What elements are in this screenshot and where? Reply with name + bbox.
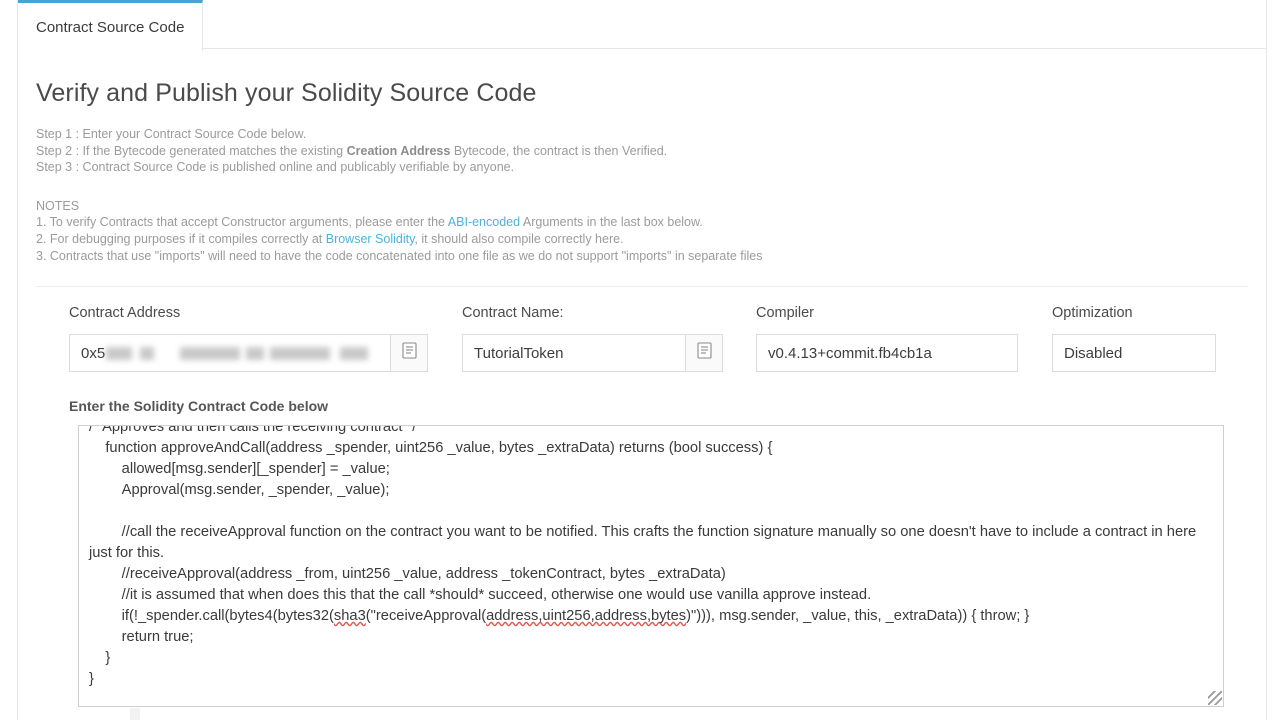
verify-contract-card: Contract Source Code Verify and Publish … xyxy=(17,0,1267,720)
document-copy-icon xyxy=(697,342,712,364)
abi-encoded-link[interactable]: ABI-encoded xyxy=(448,215,520,229)
note-2-part-a: 2. For debugging purposes if it compiles… xyxy=(36,232,326,246)
solidity-code-textarea[interactable]: /* Approves and then calls the receiving… xyxy=(78,425,1224,707)
contract-address-input-group: 0x5 xyxy=(69,334,462,372)
step-3: Step 3 : Contract Source Code is publish… xyxy=(36,159,1248,176)
optimization-select[interactable]: Disabled xyxy=(1052,334,1216,372)
note-1-part-b: Arguments in the last box below. xyxy=(520,215,703,229)
spellcheck-word-signature: address,uint256,address,bytes xyxy=(486,608,686,624)
notes-heading: NOTES xyxy=(36,198,1248,215)
optimization-input-group: Disabled xyxy=(1052,334,1222,372)
contract-name-input[interactable]: TutorialToken xyxy=(462,334,686,372)
card-body: Verify and Publish your Solidity Source … xyxy=(18,49,1266,707)
compiler-select[interactable]: v0.4.13+commit.fb4cb1a xyxy=(756,334,1018,372)
steps-block: Step 1 : Enter your Contract Source Code… xyxy=(36,126,1248,176)
tab-bar: Contract Source Code xyxy=(18,0,1266,49)
field-contract-name: Contract Name: TutorialToken xyxy=(462,305,756,372)
field-compiler: Compiler v0.4.13+commit.fb4cb1a xyxy=(756,305,1052,372)
contract-address-copy-button[interactable] xyxy=(391,334,428,372)
compiler-input-group: v0.4.13+commit.fb4cb1a xyxy=(756,334,1052,372)
step-2-part-a: Step 2 : If the Bytecode generated match… xyxy=(36,144,347,158)
code-line: //receiveApproval(address _from, uint256… xyxy=(89,566,726,582)
contract-name-copy-button[interactable] xyxy=(686,334,723,372)
notes-block: NOTES 1. To verify Contracts that accept… xyxy=(36,198,1248,264)
code-line: allowed[msg.sender][_spender] = _value; xyxy=(89,461,390,477)
section-divider xyxy=(36,286,1248,287)
contract-address-input[interactable]: 0x5 xyxy=(69,334,391,372)
code-line: } xyxy=(89,650,110,666)
code-line: Approval(msg.sender, _spender, _value); xyxy=(89,482,389,498)
code-editor-label: Enter the Solidity Contract Code below xyxy=(69,398,1248,414)
contract-address-value: 0x5 xyxy=(81,345,105,362)
code-line: //it is assumed that when does this that… xyxy=(89,587,871,603)
code-line: function approveAndCall(address _spender… xyxy=(89,440,772,456)
code-content: /* Approves and then calls the receiving… xyxy=(89,425,1215,690)
contract-address-value-wrap: 0x5 xyxy=(81,345,368,362)
note-1-part-a: 1. To verify Contracts that accept Const… xyxy=(36,215,448,229)
code-line: } xyxy=(89,671,94,687)
textarea-resize-handle[interactable] xyxy=(1208,691,1222,705)
step-2-creation-address: Creation Address xyxy=(347,144,451,158)
note-1: 1. To verify Contracts that accept Const… xyxy=(36,214,1248,231)
code-line-clipped: /* Approves and then calls the receiving… xyxy=(89,425,416,435)
code-line: return true; xyxy=(89,629,194,645)
contract-address-redacted xyxy=(106,347,368,360)
compiler-label: Compiler xyxy=(756,305,1052,321)
contract-address-label: Contract Address xyxy=(69,305,462,321)
step-1: Step 1 : Enter your Contract Source Code… xyxy=(36,126,1248,143)
field-contract-address: Contract Address 0x5 xyxy=(69,305,462,372)
tab-contract-source-code[interactable]: Contract Source Code xyxy=(18,0,203,51)
step-2-part-b: Bytecode, the contract is then Verified. xyxy=(450,144,667,158)
note-2-part-b: , it should also compile correctly here. xyxy=(414,232,623,246)
code-line: //call the receiveApproval function on t… xyxy=(89,524,1200,561)
page-title: Verify and Publish your Solidity Source … xyxy=(36,79,1248,108)
contract-name-input-group: TutorialToken xyxy=(462,334,756,372)
tab-label: Contract Source Code xyxy=(36,19,184,36)
optimization-label: Optimization xyxy=(1052,305,1222,321)
step-2: Step 2 : If the Bytecode generated match… xyxy=(36,143,1248,160)
contract-name-label: Contract Name: xyxy=(462,305,756,321)
document-copy-icon xyxy=(402,342,417,364)
field-optimization: Optimization Disabled xyxy=(1052,305,1222,372)
code-editor-section: Enter the Solidity Contract Code below /… xyxy=(36,398,1248,707)
page-root: Contract Source Code Verify and Publish … xyxy=(0,0,1280,720)
spellcheck-word-sha3: sha3 xyxy=(334,608,366,624)
note-3: 3. Contracts that use "imports" will nee… xyxy=(36,248,1248,265)
form-fields-row: Contract Address 0x5 xyxy=(36,305,1248,372)
note-2: 2. For debugging purposes if it compiles… xyxy=(36,231,1248,248)
code-editor-wrapper: /* Approves and then calls the receiving… xyxy=(78,425,1224,707)
code-line-if-spender-call: if(!_spender.call(bytes4(bytes32(sha3("r… xyxy=(89,608,1029,624)
below-editor-marker xyxy=(130,708,140,720)
browser-solidity-link[interactable]: Browser Solidity xyxy=(326,232,415,246)
